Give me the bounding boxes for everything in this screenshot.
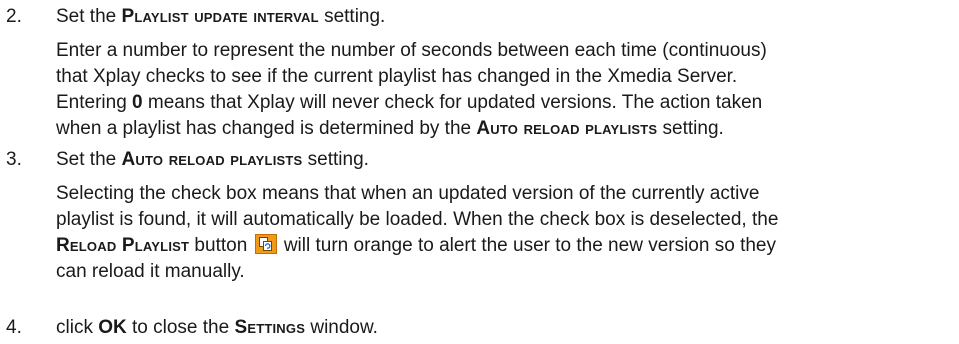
paragraph-line: when a playlist has changed is determine… xyxy=(56,118,724,139)
step-number: 4. xyxy=(6,317,22,338)
paragraph-line: Selecting the check box means that when … xyxy=(56,183,760,204)
window-name: Settings xyxy=(234,317,306,338)
setting-name: Playlist update interval xyxy=(121,6,319,27)
step-3-description: Selecting the check box means that when … xyxy=(56,181,956,285)
ok-label: OK xyxy=(98,317,127,338)
setting-name: Auto reload playlists xyxy=(476,118,658,139)
button-name: Reload Playlist xyxy=(56,235,190,256)
reload-playlist-icon xyxy=(254,234,277,254)
document-page: 2. Set the Playlist update interval sett… xyxy=(0,0,959,344)
step-instruction: Set the Playlist update interval setting… xyxy=(56,6,386,27)
step-instruction: click OK to close the Settings window. xyxy=(56,317,378,338)
step-number: 3. xyxy=(6,149,22,170)
paragraph-line: Entering 0 means that Xplay will never c… xyxy=(56,92,763,113)
paragraph-line: Enter a number to represent the number o… xyxy=(56,40,767,61)
paragraph-line: playlist is found, it will automatically… xyxy=(56,209,779,230)
step-instruction: Set the Auto reload playlists setting. xyxy=(56,149,369,170)
paragraph-line: Reload Playlist button will turn orange … xyxy=(56,234,776,256)
setting-name: Auto reload playlists xyxy=(121,149,303,170)
paragraph-line: that Xplay checks to see if the current … xyxy=(56,66,738,87)
paragraph-line: can reload it manually. xyxy=(56,261,245,282)
step-number: 2. xyxy=(6,6,22,27)
step-2-description: Enter a number to represent the number o… xyxy=(56,38,956,142)
bold-value: 0 xyxy=(132,92,143,113)
